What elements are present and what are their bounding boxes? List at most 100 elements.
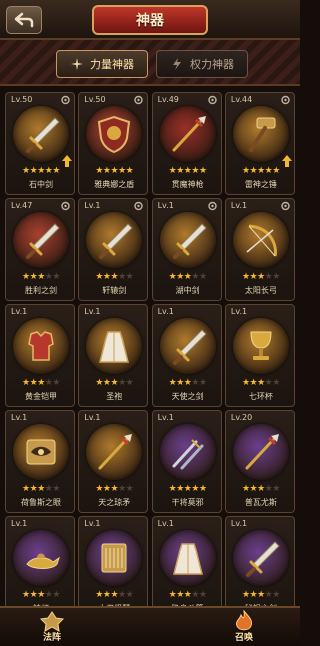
artifact-card[interactable]: Lv.1 ★★★★★ 圣袍 — [78, 304, 149, 407]
star-icon: ★ — [249, 484, 258, 494]
artifact-card[interactable]: Lv.1 ★★★★★ 干将莫邪 — [151, 410, 222, 513]
artifact-level: Lv.1 — [157, 307, 174, 316]
artifact-orb — [86, 212, 143, 268]
artifact-card[interactable]: Lv.1 ★★★★★ 荷鲁斯之眼 — [5, 410, 75, 513]
artifact-card[interactable]: Lv.49 ★★★★★ 贯魔神枪 — [151, 92, 223, 195]
artifact-card[interactable]: Lv.1★★★★★隐身斗篷 — [151, 516, 222, 606]
star-icon: ★ — [241, 378, 250, 388]
artifact-card[interactable]: Lv.47 ★★★★★ 胜利之剑 — [5, 198, 75, 301]
artifact-level: Lv.1 — [157, 201, 174, 210]
star-icon: ★ — [191, 484, 199, 494]
star-icon: ★ — [272, 272, 280, 282]
artifact-name: 胜利之剑 — [25, 286, 57, 295]
artifact-card[interactable]: Lv.1★★★★★大卫竖琴 — [78, 516, 149, 606]
artifact-card[interactable]: Lv.20 ★★★★★ 普瓦尤斯 — [224, 410, 295, 513]
artifact-card[interactable]: Lv.1 ★★★★★ 黄金铠甲 — [5, 304, 75, 407]
array-button[interactable]: 法阵 — [30, 610, 74, 646]
spear-icon — [245, 434, 279, 470]
gear-icon[interactable] — [60, 95, 71, 105]
star-icon: ★ — [191, 166, 199, 176]
artifact-level: Lv.1 — [84, 413, 101, 422]
artifact-level: Lv.1 — [230, 201, 248, 210]
sword-cross-icon — [71, 58, 83, 70]
gear-icon[interactable] — [280, 201, 291, 211]
artifact-card[interactable]: Lv.50 ★★★★★ 雅典娜之盾 — [78, 92, 149, 195]
star-rating: ★★★★★ — [79, 378, 149, 388]
star-icon: ★ — [257, 378, 265, 388]
star-icon: ★ — [125, 166, 134, 176]
tab-power-artifacts[interactable]: 力量神器 — [56, 50, 148, 78]
gear-icon[interactable] — [280, 95, 291, 105]
artifact-name: 雷神之锤 — [244, 180, 277, 189]
back-button[interactable] — [6, 6, 42, 34]
star-rating: ★★★★★ — [153, 166, 223, 176]
star-icon: ★ — [257, 484, 265, 494]
star-icon: ★ — [249, 590, 258, 600]
star-icon: ★ — [125, 272, 134, 282]
star-icon: ★ — [198, 378, 207, 388]
top-bar: 神器 — [0, 0, 300, 40]
star-icon: ★ — [95, 272, 103, 282]
gear-icon[interactable] — [207, 201, 218, 211]
artifact-level: Lv.49 — [157, 95, 179, 104]
star-icon: ★ — [176, 272, 184, 282]
star-rating: ★★★★★ — [6, 272, 76, 282]
artifact-name: 圣袍 — [106, 392, 123, 401]
artifact-card[interactable]: Lv.1 ★★★★★ 七环杯 — [224, 304, 295, 407]
star-rating: ★★★★★ — [153, 378, 223, 388]
artifact-level: Lv.1 — [230, 307, 248, 316]
artifact-name: 荷鲁斯之眼 — [21, 498, 61, 507]
star-icon: ★ — [110, 378, 119, 388]
artifact-orb — [86, 106, 143, 162]
artifact-level: Lv.1 — [11, 413, 28, 422]
artifact-card[interactable]: Lv.1★★★★★秘银之剑 — [224, 516, 295, 606]
star-rating: ★★★★★ — [226, 590, 295, 600]
artifact-card[interactable]: Lv.1 ★★★★★ 天使之剑 — [151, 304, 223, 407]
bow-icon — [246, 224, 277, 257]
gear-icon[interactable] — [60, 201, 71, 211]
artifact-card[interactable]: Lv.1 ★★★★★ 轩辕剑 — [78, 198, 149, 301]
lamp-icon — [26, 553, 60, 569]
artifact-card[interactable]: Lv.1★★★★★神灯 — [5, 516, 75, 606]
spear-icon — [172, 116, 206, 152]
star-icon: ★ — [102, 378, 111, 388]
star-icon: ★ — [37, 378, 45, 388]
star-icon: ★ — [22, 590, 30, 600]
star-icon: ★ — [95, 590, 103, 600]
star-icon: ★ — [37, 166, 45, 176]
star-icon: ★ — [176, 484, 184, 494]
dagger-icon — [172, 439, 204, 470]
artifact-level: Lv.1 — [157, 413, 174, 422]
star-icon: ★ — [118, 166, 126, 176]
shield-icon — [98, 115, 131, 154]
artifact-name: 太阳长弓 — [244, 286, 277, 295]
artifact-level: Lv.1 — [84, 307, 101, 316]
artifact-card[interactable]: Lv.1 ★★★★★ 湖中剑 — [151, 198, 222, 301]
artifact-card[interactable]: Lv.1 ★★★★★ 天之琼矛 — [78, 410, 149, 513]
star-icon: ★ — [118, 272, 126, 282]
gear-icon[interactable] — [207, 95, 218, 105]
summon-flame-icon — [236, 610, 252, 631]
artifact-orb — [86, 530, 143, 586]
star-icon: ★ — [125, 590, 134, 600]
star-icon: ★ — [118, 484, 126, 494]
star-icon: ★ — [249, 166, 258, 176]
artifact-card[interactable]: Lv.50 ★★★★★ 石中剑 — [5, 92, 75, 195]
star-icon: ★ — [241, 590, 250, 600]
harp-icon — [101, 543, 127, 573]
robe-icon — [172, 543, 203, 575]
gear-icon[interactable] — [133, 201, 144, 211]
artifact-card[interactable]: Lv.44 ★★★★★ 雷神之锤 — [224, 92, 295, 195]
artifact-level: Lv.1 — [11, 519, 28, 528]
artifact-name: 天使之剑 — [171, 392, 204, 401]
star-icon: ★ — [272, 166, 280, 176]
tab-authority-artifacts[interactable]: 权力神器 — [156, 50, 248, 78]
star-icon: ★ — [22, 166, 30, 176]
star-rating: ★★★★★ — [226, 272, 295, 282]
gear-icon[interactable] — [133, 95, 144, 105]
star-icon: ★ — [22, 272, 30, 282]
summon-button[interactable]: 召唤 — [222, 610, 266, 646]
star-icon: ★ — [102, 166, 111, 176]
bottom-bar: 法阵 召唤 — [0, 606, 300, 646]
artifact-card[interactable]: Lv.1 ★★★★★ 太阳长弓 — [224, 198, 295, 301]
